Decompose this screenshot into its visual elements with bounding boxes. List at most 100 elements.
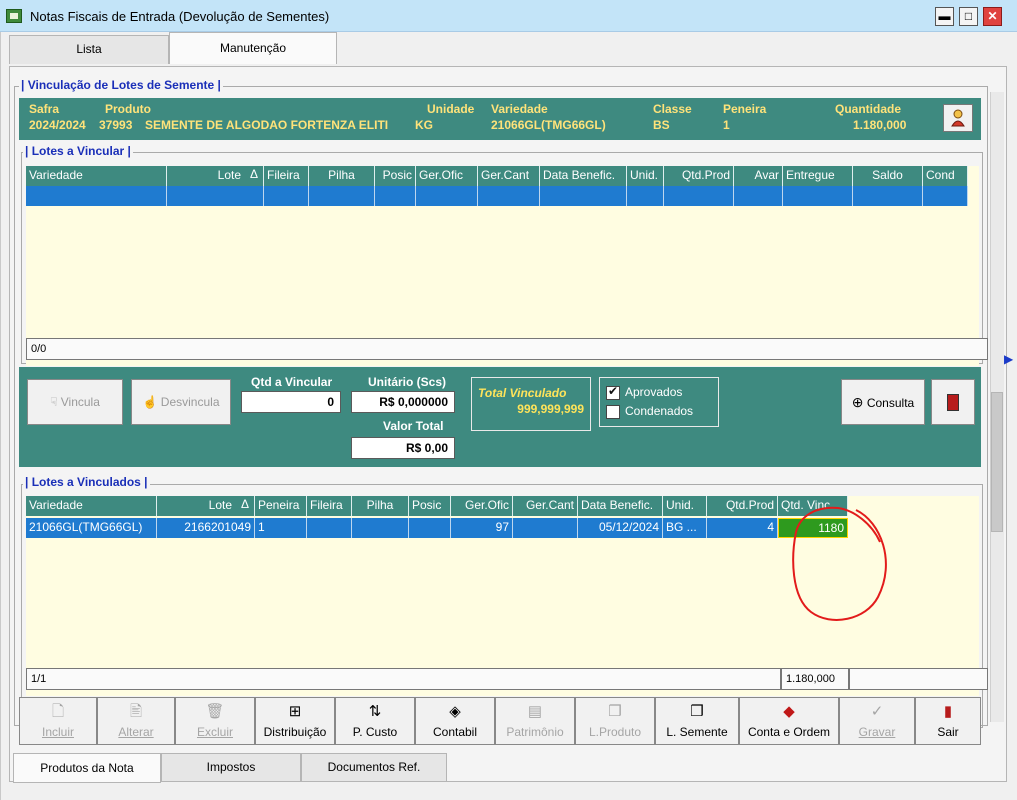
asset-icon: ▤ [527,703,543,720]
product-icon: ❒ [608,703,622,720]
incluir-label: Incluir [41,725,74,739]
col-ger-cant[interactable]: Ger.Cant [513,496,578,516]
cell-qtd-vinc[interactable]: 1180 [778,518,848,538]
tab-manutencao[interactable]: Manutenção [169,32,337,64]
distribuicao-label: Distribuição [263,725,327,739]
col-posic[interactable]: Posic [375,166,416,186]
tab-lista[interactable]: Lista [9,35,169,64]
col-qtd-prod[interactable]: Qtd.Prod [664,166,734,186]
alterar-button[interactable]: 🖹 Alterar [97,697,175,745]
cell-posic [409,518,451,538]
consulta-label: Consulta [866,396,915,410]
col-peneira[interactable]: Peneira [255,496,307,516]
lotes-vincular-title: | Lotes a Vincular | [23,144,133,158]
col-pilha[interactable]: Pilha [352,496,409,516]
vinculacao-title: | Vinculação de Lotes de Semente | [19,78,223,92]
col-cond[interactable]: Cond [923,166,968,186]
col-fileira[interactable]: Fileira [264,166,309,186]
p-custo-button[interactable]: ⇅ P. Custo [335,697,415,745]
consulta-button[interactable]: ⊕ Consulta [841,379,925,425]
col-variedade[interactable]: Variedade [26,166,167,186]
unitario-input[interactable]: R$ 0,000000 [351,391,455,413]
patrimonio-button[interactable]: ▤ Patrimônio [495,697,575,745]
lotes-vinculados-footer-blank [849,668,988,690]
condenados-checkbox[interactable] [606,405,620,419]
table-row[interactable]: 21066GL(TMG66GL) 2166201049 1 97 05/12/2… [26,518,848,538]
cell-qtd-prod: 4 [707,518,778,538]
lotes-vinculados-header: Variedade Lote Δ Peneira Fileira Pilha P… [26,496,848,516]
table-row-selected-empty[interactable] [26,186,968,206]
produto-label: Produto [105,102,151,116]
window-titlebar: Notas Fiscais de Entrada (Devolução de S… [0,0,1017,32]
incluir-button[interactable]: 🗋 Incluir [19,697,97,745]
scrollbar-thumb[interactable] [991,392,1003,532]
col-data-benefic[interactable]: Data Benefic. [578,496,663,516]
col-unid[interactable]: Unid. [627,166,664,186]
col-variedade[interactable]: Variedade [26,496,157,516]
gravar-button[interactable]: ✓ Gravar [839,697,915,745]
tab-impostos[interactable]: Impostos [161,753,301,782]
close-panel-button[interactable] [931,379,975,425]
table-cell [375,186,416,206]
col-ger-ofic[interactable]: Ger.Ofic [416,166,478,186]
col-data-benefic[interactable]: Data Benefic. [540,166,627,186]
contabil-label: Contabil [432,725,478,739]
aprovados-checkbox[interactable] [606,384,620,400]
vincula-button[interactable]: ☟ Vincula [27,379,123,425]
lotes-vinculados-title: | Lotes a Vinculados | [23,475,150,489]
l-semente-button[interactable]: ❒ L. Semente [655,697,739,745]
quantidade-value: 1.180,000 [853,118,907,132]
distribuicao-button[interactable]: ⊞ Distribuição [255,697,335,745]
cost-icon: ⇅ [368,703,382,720]
col-qtd-vinc[interactable]: Qtd. Vinc [778,496,848,516]
col-qtd-prod[interactable]: Qtd.Prod [707,496,778,516]
col-unid[interactable]: Unid. [663,496,707,516]
person-icon [951,109,965,127]
conta-e-ordem-label: Conta e Ordem [747,725,831,739]
minimize-icon[interactable]: ▬ [935,7,954,26]
excluir-button[interactable]: 🗑 Excluir [175,697,255,745]
exit-door-icon [947,394,959,411]
sair-label: Sair [937,725,959,739]
cell-variedade: 21066GL(TMG66GL) [26,518,157,538]
exit-door-icon: ▮ [943,703,953,720]
maximize-icon[interactable]: □ [959,7,978,26]
qtd-a-vincular-input[interactable]: 0 [241,391,341,413]
variedade-value: 21066GL(TMG66GL) [491,118,606,132]
table-cell [416,186,478,206]
sair-button[interactable]: ▮ Sair [915,697,981,745]
person-search-button[interactable] [943,104,973,132]
col-saldo[interactable]: Saldo [853,166,923,186]
conta-e-ordem-button[interactable]: ◆ Conta e Ordem [739,697,839,745]
table-cell [264,186,309,206]
thumbs-down-icon: ☟ [50,395,58,409]
l-produto-label: L.Produto [588,725,642,739]
desvincula-label: Desvincula [160,395,220,409]
excluir-label: Excluir [196,725,233,739]
col-ger-cant[interactable]: Ger.Cant [478,166,540,186]
tab-produtos-da-nota[interactable]: Produtos da Nota [13,753,161,783]
account-icon: ◆ [783,703,795,720]
col-fileira[interactable]: Fileira [307,496,352,516]
col-avar[interactable]: Avar [734,166,783,186]
l-produto-button[interactable]: ❒ L.Produto [575,697,655,745]
scroll-right-icon[interactable]: ▶ [1004,352,1013,366]
col-entregue[interactable]: Entregue [783,166,853,186]
classe-value: BS [653,118,670,132]
desvincula-button[interactable]: ☝ Desvincula [131,379,231,425]
qtd-a-vincular-label: Qtd a Vincular [251,375,333,389]
col-ger-ofic[interactable]: Ger.Ofic [451,496,513,516]
valor-total-input[interactable]: R$ 0,00 [351,437,455,459]
window-title: Notas Fiscais de Entrada (Devolução de S… [30,9,330,24]
lote-header-band: Safra 2024/2024 Produto 37993 SEMENTE DE… [19,98,981,140]
col-pilha[interactable]: Pilha [309,166,375,186]
col-posic[interactable]: Posic [409,496,451,516]
condenados-label: Condenados [625,404,694,418]
cell-data-benefic: 05/12/2024 [578,518,663,538]
table-cell [309,186,375,206]
contabil-button[interactable]: ◈ Contabil [415,697,495,745]
tab-documentos-ref[interactable]: Documentos Ref. [301,753,447,782]
table-cell [783,186,853,206]
close-icon[interactable]: ✕ [983,7,1002,26]
trash-icon: 🗑 [205,703,225,720]
